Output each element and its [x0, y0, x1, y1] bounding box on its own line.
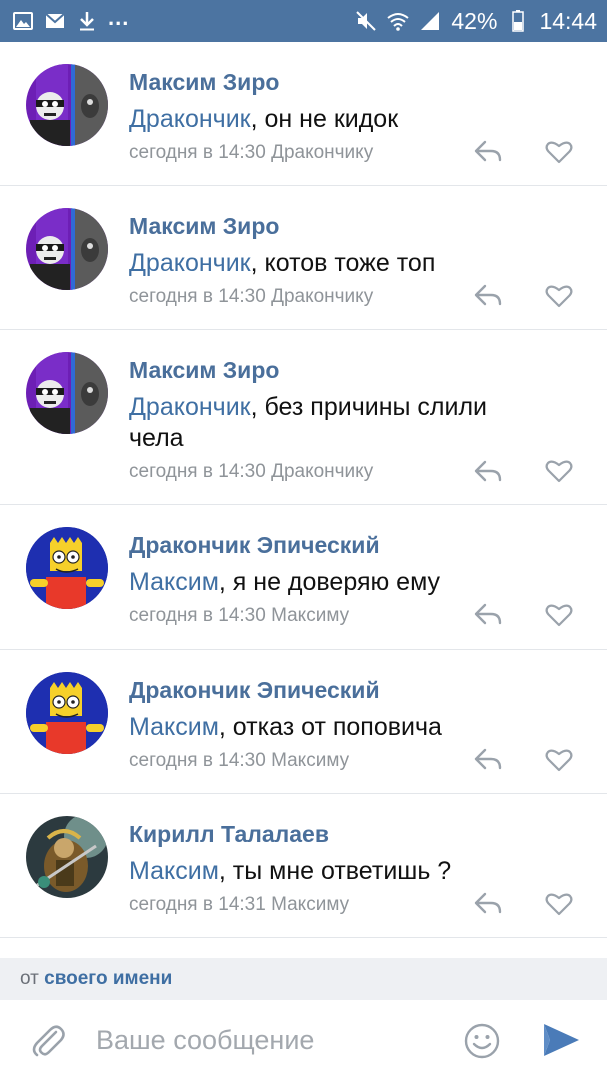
comment-meta: сегодня в 14:30 Максиму: [129, 750, 350, 771]
like-button[interactable]: [543, 890, 575, 918]
reply-icon: [474, 748, 502, 770]
comment-body: Максим Зиро Дракончик, котов тоже топ се…: [129, 212, 577, 309]
like-button[interactable]: [543, 282, 575, 310]
heart-icon: [545, 749, 573, 772]
like-button[interactable]: [543, 457, 575, 485]
avatar[interactable]: [26, 816, 108, 898]
reply-button[interactable]: [471, 138, 505, 164]
heart-icon: [545, 285, 573, 308]
comment-mention[interactable]: Дракончик: [129, 105, 251, 133]
comment-item[interactable]: Кирилл Талалаев Максим, ты мне ответишь …: [0, 794, 607, 938]
from-name-bar: от своего имени: [0, 958, 607, 1000]
comment-meta: сегодня в 14:30 Дракончику: [129, 286, 374, 307]
attach-button[interactable]: [28, 1020, 68, 1060]
avatar[interactable]: [26, 64, 108, 146]
comment-item[interactable]: Максим Зиро Дракончик, котов тоже топ се…: [0, 186, 607, 330]
clock: 14:44: [539, 7, 597, 34]
wifi-icon: [387, 10, 410, 32]
comment-text: Максим, я не доверяю ему: [129, 567, 577, 598]
from-name-link[interactable]: своего имени: [44, 968, 172, 989]
avatar[interactable]: [26, 208, 108, 290]
reply-icon: [474, 603, 502, 625]
heart-icon: [545, 460, 573, 483]
comment-mention[interactable]: Дракончик: [129, 393, 251, 421]
status-bar-right: 42% 14:44: [355, 8, 597, 35]
heart-icon: [545, 604, 573, 627]
comment-body: Кирилл Талалаев Максим, ты мне ответишь …: [129, 820, 577, 917]
battery-percent: 42%: [451, 7, 498, 34]
mail-icon: [44, 10, 66, 32]
avatar[interactable]: [26, 672, 108, 754]
comment-mention[interactable]: Максим: [129, 713, 219, 741]
signal-icon: [419, 10, 441, 32]
comment-author[interactable]: Дракончик Эпический: [129, 676, 577, 704]
image-icon: [12, 10, 34, 32]
comment-meta: сегодня в 14:31 Максиму: [129, 894, 350, 915]
comment-meta: сегодня в 14:30 Дракончику: [129, 461, 374, 482]
comment-author[interactable]: Максим Зиро: [129, 68, 577, 96]
mute-icon: [355, 10, 377, 32]
comment-body: Максим Зиро Дракончик, он не кидок сегод…: [129, 68, 577, 165]
comment-item[interactable]: Максим Зиро Дракончик, без причины слили…: [0, 330, 607, 505]
reply-icon: [474, 892, 502, 914]
paperclip-icon: [32, 1025, 65, 1057]
avatar[interactable]: [26, 352, 108, 434]
comment-list: Максим Зиро Дракончик, он не кидок сегод…: [0, 42, 607, 938]
comment-message: , я не доверяю ему: [218, 568, 441, 596]
comment-text: Дракончик, котов тоже топ: [129, 248, 577, 279]
comment-body: Дракончик Эпический Максим, я не доверяю…: [129, 531, 577, 628]
comment-item[interactable]: Максим Зиро Дракончик, он не кидок сегод…: [0, 42, 607, 186]
comment-text: Максим, отказ от поповича: [129, 712, 577, 743]
from-name-prefix: от: [20, 968, 39, 989]
comment-body: Дракончик Эпический Максим, отказ от поп…: [129, 676, 577, 773]
comment-author[interactable]: Максим Зиро: [129, 212, 577, 240]
comment-text: Дракончик, без причины слили чела: [129, 392, 539, 454]
send-icon: [544, 1024, 579, 1056]
message-composer: [0, 1000, 607, 1080]
comment-mention[interactable]: Максим: [129, 568, 219, 596]
comment-text: Максим, ты мне ответишь ?: [129, 856, 577, 887]
avatar[interactable]: [26, 527, 108, 609]
like-button[interactable]: [543, 746, 575, 774]
comment-body: Максим Зиро Дракончик, без причины слили…: [129, 356, 577, 484]
reply-button[interactable]: [471, 601, 505, 627]
comment-item[interactable]: Дракончик Эпический Максим, я не доверяю…: [0, 505, 607, 650]
comment-text: Дракончик, он не кидок: [129, 104, 577, 135]
reply-button[interactable]: [471, 890, 505, 916]
reply-icon: [474, 140, 502, 162]
comment-meta: сегодня в 14:30 Дракончику: [129, 142, 374, 163]
emoji-button[interactable]: [463, 1022, 501, 1060]
comment-item[interactable]: Дракончик Эпический Максим, отказ от поп…: [0, 650, 607, 794]
comment-message: , ты мне ответишь ?: [218, 857, 452, 885]
heart-icon: [545, 893, 573, 916]
comment-mention[interactable]: Максим: [129, 857, 219, 885]
more-notifications: ...: [108, 5, 130, 30]
send-button[interactable]: [541, 1020, 581, 1060]
reply-icon: [474, 460, 502, 482]
status-bar-left: ...: [12, 5, 129, 32]
comment-author[interactable]: Кирилл Талалаев: [129, 820, 577, 848]
message-input[interactable]: [96, 1020, 436, 1060]
reply-icon: [474, 284, 502, 306]
reply-button[interactable]: [471, 746, 505, 772]
status-bar: ... 42% 14:44: [0, 0, 607, 42]
reply-button[interactable]: [471, 282, 505, 308]
like-button[interactable]: [543, 138, 575, 166]
comment-meta: сегодня в 14:30 Максиму: [129, 605, 350, 626]
comment-mention[interactable]: Дракончик: [129, 249, 251, 277]
comment-message: , котов тоже топ: [250, 249, 436, 277]
like-button[interactable]: [543, 601, 575, 629]
download-icon: [76, 10, 98, 32]
comment-author[interactable]: Дракончик Эпический: [129, 531, 577, 559]
smiley-icon: [464, 1023, 500, 1059]
comment-author[interactable]: Максим Зиро: [129, 356, 577, 384]
comment-message: , отказ от поповича: [218, 713, 442, 741]
heart-icon: [545, 141, 573, 164]
reply-button[interactable]: [471, 458, 505, 484]
battery-icon: [507, 10, 529, 32]
comment-message: , он не кидок: [250, 105, 399, 133]
